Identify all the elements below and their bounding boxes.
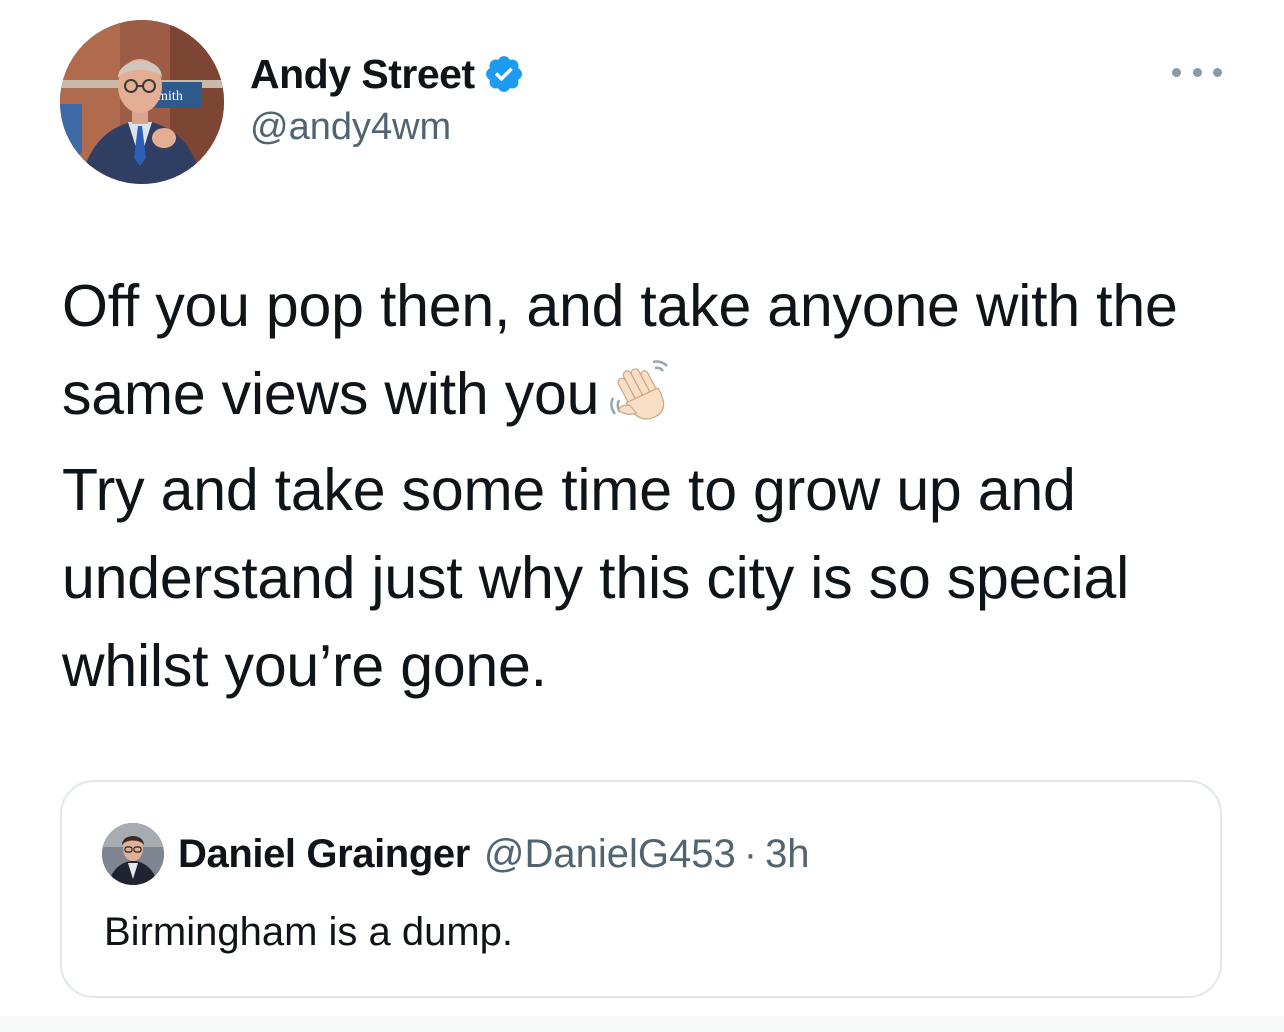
author-name-row: Andy Street: [250, 48, 525, 100]
author-handle[interactable]: @andy4wm: [250, 106, 525, 149]
author-avatar[interactable]: mith: [60, 20, 224, 184]
more-dot: [1172, 67, 1181, 77]
profile-photo-icon: [102, 823, 164, 885]
quoted-author-handle[interactable]: @DanielG453: [484, 832, 736, 877]
tweet-paragraph: Try and take some time to grow up and un…: [62, 457, 1129, 699]
waving-hand-icon: [610, 360, 669, 420]
quoted-separator: ·: [743, 831, 758, 876]
verified-badge-icon: [485, 56, 522, 92]
tweet-paragraph: Off you pop then, and take anyone with t…: [62, 262, 1252, 438]
profile-photo-icon: mith: [60, 20, 224, 184]
more-options-icon[interactable]: [1172, 60, 1222, 84]
quoted-author-display-name[interactable]: Daniel Grainger: [178, 832, 470, 877]
quoted-tweet-header: Daniel Grainger @DanielG453 · 3h: [102, 822, 810, 886]
tweet-body: Off you pop then, and take anyone with t…: [62, 262, 1252, 710]
more-dot: [1192, 67, 1202, 77]
author-display-name[interactable]: Andy Street: [250, 51, 475, 98]
quoted-author-avatar[interactable]: [102, 823, 164, 885]
author-info: Andy Street @andy4wm: [250, 48, 525, 149]
tweet: mith Andy Street @andy4wm Off you pop th…: [0, 0, 1284, 1032]
quoted-timestamp[interactable]: 3h: [765, 832, 810, 877]
quoted-tweet-text: Birmingham is a dump.: [104, 910, 514, 954]
bottom-divider: [0, 1016, 1284, 1032]
quoted-tweet-card[interactable]: Daniel Grainger @DanielG453 · 3h Birming…: [60, 780, 1222, 998]
more-dot: [1213, 67, 1222, 77]
